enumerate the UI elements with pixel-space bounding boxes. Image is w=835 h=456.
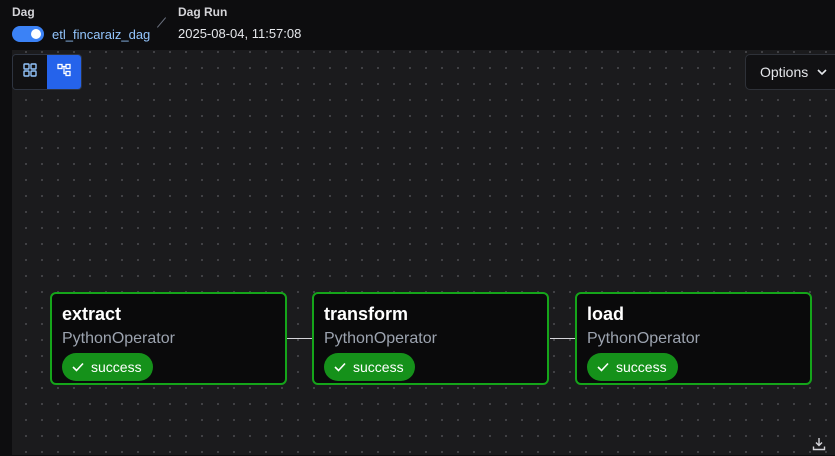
view-toggle [12,54,82,90]
task-name: load [587,304,625,324]
task-operator: PythonOperator [587,330,700,347]
download-button[interactable] [812,437,826,456]
chevron-down-icon [816,66,828,78]
status-badge[interactable]: success [587,353,678,381]
task-operator: PythonOperator [62,330,175,347]
graph-canvas[interactable] [12,50,835,455]
breadcrumb-dag: Dag etl_fincaraiz_dag [12,5,150,42]
status-text: success [353,359,404,375]
task-node-load[interactable]: load PythonOperator success [575,292,812,385]
task-name: transform [324,304,409,324]
download-icon [812,438,826,455]
dag-label: Dag [12,5,35,19]
status-badge[interactable]: success [62,353,153,381]
dag-run-label: Dag Run [178,5,228,19]
task-name: extract [62,304,122,324]
dag-run-value[interactable]: 2025-08-04, 11:57:08 [178,26,301,41]
status-text: success [616,359,667,375]
toggle-knob [31,29,41,39]
task-node-extract[interactable]: extract PythonOperator success [50,292,287,385]
options-button[interactable]: Options [745,54,835,90]
dag-pause-toggle[interactable] [12,26,44,42]
graph-icon [57,63,71,82]
dag-name-link[interactable]: etl_fincaraiz_dag [52,27,150,42]
edge-transform-load [550,338,576,339]
breadcrumb-dag-run: Dag Run 2025-08-04, 11:57:08 [178,5,301,41]
breadcrumb-separator [156,17,167,28]
task-node-transform[interactable]: transform PythonOperator success [312,292,549,385]
status-text: success [91,359,142,375]
top-bar: Dag etl_fincaraiz_dag Dag Run 2025-08-04… [0,0,835,50]
edge-extract-transform [287,338,313,339]
check-icon [72,362,84,372]
options-label: Options [760,64,809,80]
graph-view-button[interactable] [47,55,81,89]
status-badge[interactable]: success [324,353,415,381]
check-icon [334,362,346,372]
grid-view-button[interactable] [13,55,47,89]
check-icon [597,362,609,372]
task-operator: PythonOperator [324,330,437,347]
grid-icon [23,62,37,82]
